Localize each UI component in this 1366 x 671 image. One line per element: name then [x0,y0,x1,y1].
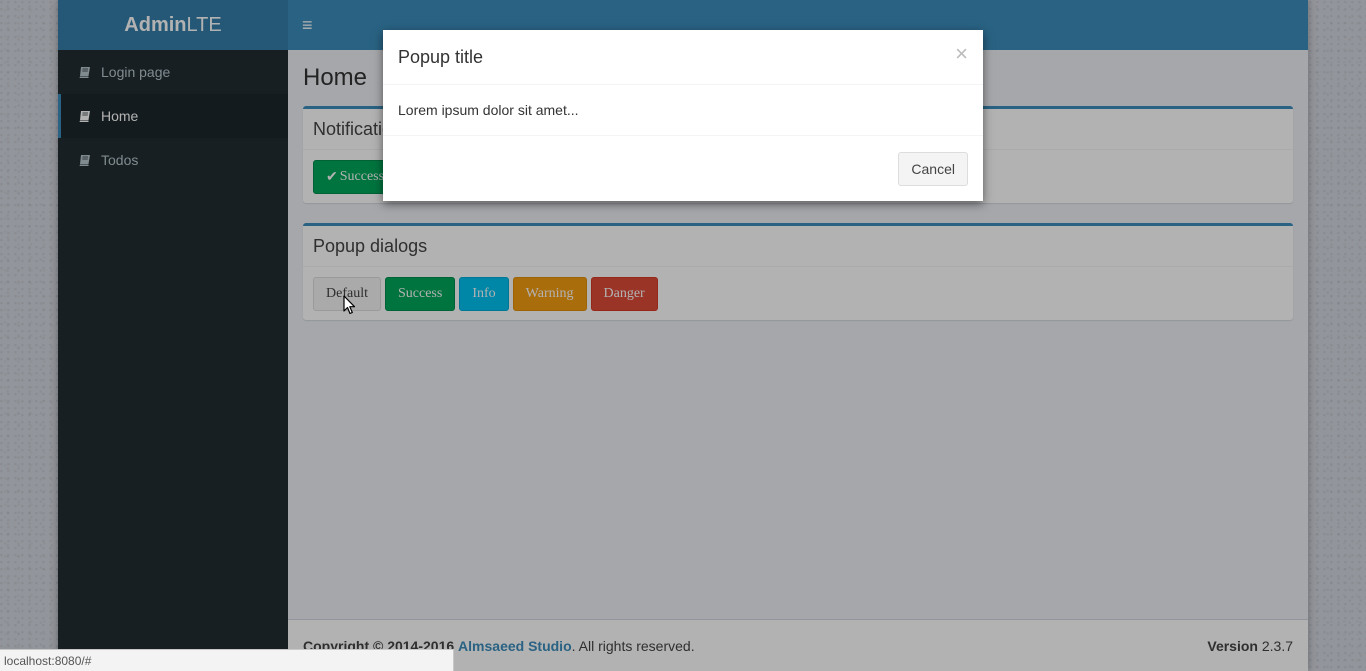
browser-status-bar: localhost:8080/# [0,649,454,671]
modal-body: Lorem ipsum dolor sit amet... [383,85,983,136]
app-logo[interactable]: Admin LTE [58,0,288,50]
rights-text: . All rights reserved. [571,637,695,654]
book-icon [79,110,91,122]
popup-success-button[interactable]: Success [384,277,456,311]
sidebar-item-label: Home [101,108,139,124]
popup-modal: Popup title × Lorem ipsum dolor sit amet… [383,30,983,201]
version-value: 2.3.7 [1261,637,1293,654]
modal-header: Popup title × [383,30,983,85]
close-icon[interactable]: × [955,43,968,65]
cancel-button[interactable]: Cancel [898,151,968,186]
popup-dialogs-box-body: Default Success Info Warning Danger [303,267,1293,320]
hamburger-icon[interactable]: ≡ [302,15,318,35]
company-link[interactable]: Almsaeed Studio [458,638,572,654]
modal-footer: Cancel [383,136,983,201]
book-icon [79,154,91,166]
version-label: Version [1207,637,1258,654]
button-label: Success [339,169,385,184]
sidebar-item-todos[interactable]: Todos [58,138,288,182]
sidebar-item-login-page[interactable]: Login page [58,50,288,94]
logo-bold: Admin [124,13,187,36]
mouse-cursor-icon [343,295,356,315]
sidebar-item-label: Todos [101,152,139,168]
book-icon [79,66,91,78]
popup-info-button[interactable]: Info [459,277,509,311]
logo-light: LTE [186,13,222,36]
popup-warning-button[interactable]: Warning [512,277,587,311]
footer-version: Version 2.3.7 [1207,638,1293,654]
popup-danger-button[interactable]: Danger [590,277,658,311]
sidebar: Login page Home Todos [58,50,288,671]
popup-dialogs-box: Popup dialogs Default Success Info Warni… [303,223,1293,320]
popup-dialogs-box-title: Popup dialogs [303,226,1293,267]
sidebar-item-home[interactable]: Home [58,94,288,138]
modal-title: Popup title [398,46,484,67]
check-icon: ✔ [326,169,338,185]
sidebar-item-label: Login page [101,64,171,80]
